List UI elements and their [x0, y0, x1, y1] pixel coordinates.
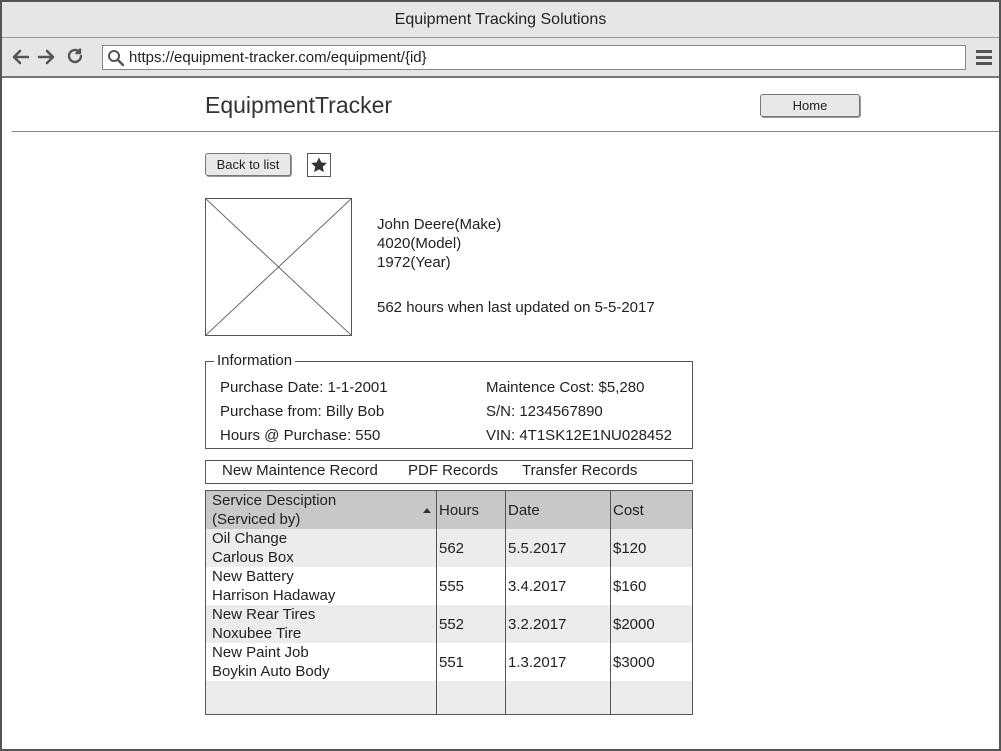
equipment-model: 4020(Model) — [377, 235, 462, 252]
pdf-records-link[interactable]: PDF Records — [408, 462, 498, 479]
column-divider — [505, 491, 506, 714]
serviced-by: Carlous Box — [212, 549, 294, 566]
arrow-right-icon[interactable] — [35, 46, 57, 68]
arrow-left-icon[interactable] — [10, 46, 32, 68]
header-service-line2[interactable]: (Serviced by) — [212, 510, 300, 529]
service-records-table: Service Desciption (Serviced by) Hours D… — [205, 490, 693, 715]
transfer-records-link[interactable]: Transfer Records — [522, 462, 637, 479]
equipment-make: John Deere(Make) — [377, 216, 502, 233]
equipment-hours-status: 562 hours when last updated on 5-5-2017 — [377, 299, 655, 316]
serviced-by: Noxubee Tire — [212, 625, 302, 642]
favorite-button[interactable] — [307, 153, 331, 177]
service-cost: $120 — [613, 539, 647, 557]
hamburger-menu-icon[interactable] — [974, 46, 994, 68]
url-text: https://equipment-tracker.com/equipment/… — [129, 49, 427, 66]
service-date: 5.5.2017 — [508, 539, 567, 557]
sort-ascending-icon[interactable] — [422, 506, 432, 514]
service-cost: $160 — [613, 577, 647, 595]
table-row[interactable]: New Paint Job Boykin Auto Body 551 1.3.2… — [206, 643, 692, 681]
address-bar[interactable]: https://equipment-tracker.com/equipment/… — [102, 45, 966, 70]
maintenance-cost: Maintence Cost: $5,280 — [486, 379, 645, 396]
purchase-from: Purchase from: Billy Bob — [220, 403, 385, 420]
header-cost[interactable]: Cost — [613, 491, 644, 529]
serial-number: S/N: 1234567890 — [486, 403, 603, 420]
browser-window: Equipment Tracking Solutions https://equ… — [0, 0, 1001, 751]
serviced-by: Harrison Hadaway — [212, 587, 336, 604]
table-row[interactable]: New Rear Tires Noxubee Tire 552 3.2.2017… — [206, 605, 692, 643]
service-cost: $2000 — [613, 615, 655, 633]
service-cost: $3000 — [613, 653, 655, 671]
browser-navbar: https://equipment-tracker.com/equipment/… — [2, 38, 999, 78]
header-hours[interactable]: Hours — [439, 491, 479, 529]
information-legend: Information — [214, 352, 296, 369]
service-hours: 552 — [439, 615, 465, 633]
service-hours: 562 — [439, 539, 465, 557]
search-icon — [108, 49, 125, 66]
table-row-empty — [206, 681, 692, 714]
equipment-year: 1972(Year) — [377, 254, 451, 271]
back-to-list-button[interactable]: Back to list — [205, 153, 291, 176]
service-hours: 551 — [439, 653, 465, 671]
table-row[interactable]: New Battery Harrison Hadaway 555 3.4.201… — [206, 567, 692, 605]
service-date: 3.2.2017 — [508, 615, 567, 633]
header-service-line1[interactable]: Service Desciption — [212, 491, 336, 510]
table-row[interactable]: Oil Change Carlous Box 562 5.5.2017 $120 — [206, 529, 692, 567]
brand-logo-text[interactable]: EquipmentTracker — [205, 92, 392, 119]
column-divider — [436, 491, 437, 714]
service-hours: 555 — [439, 577, 465, 595]
star-icon — [311, 157, 327, 173]
service-description: Oil Change — [212, 530, 288, 547]
vin-number: VIN: 4T1SK12E1NU028452 — [486, 427, 672, 444]
service-description: New Rear Tires — [212, 606, 316, 623]
image-placeholder-icon — [205, 198, 352, 336]
header-divider — [12, 131, 999, 132]
home-button[interactable]: Home — [760, 94, 860, 117]
reload-icon[interactable] — [64, 46, 86, 68]
purchase-date: Purchase Date: 1-1-2001 — [220, 379, 388, 396]
hours-at-purchase: Hours @ Purchase: 550 — [220, 427, 381, 444]
header-date[interactable]: Date — [508, 491, 540, 529]
column-divider — [610, 491, 611, 714]
service-description: New Battery — [212, 568, 294, 585]
service-date: 3.4.2017 — [508, 577, 567, 595]
serviced-by: Boykin Auto Body — [212, 663, 330, 680]
service-description: New Paint Job — [212, 644, 309, 661]
service-date: 1.3.2017 — [508, 653, 567, 671]
new-maintenance-record-link[interactable]: New Maintence Record — [222, 462, 378, 479]
window-title: Equipment Tracking Solutions — [2, 2, 999, 38]
table-header: Service Desciption (Serviced by) Hours D… — [206, 491, 692, 529]
